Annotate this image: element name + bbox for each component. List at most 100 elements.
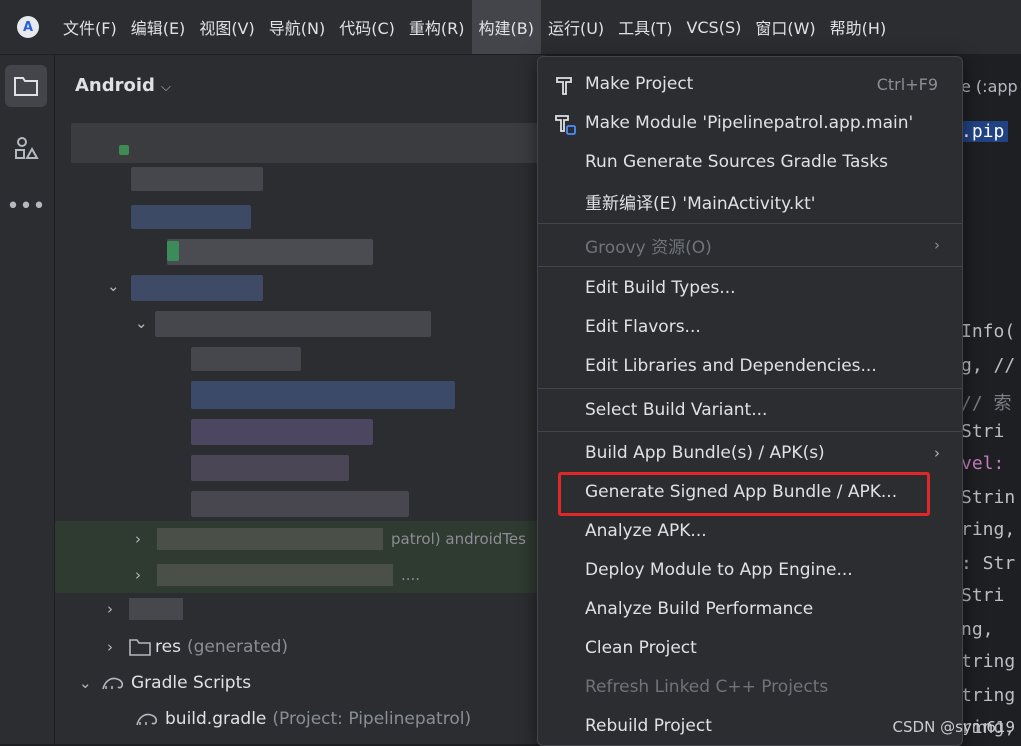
chevron-down-icon: ⌄ bbox=[135, 314, 148, 332]
menu-item-clean-project[interactable]: Clean Project bbox=[538, 629, 962, 667]
app-logo[interactable]: A bbox=[0, 0, 56, 54]
shapes-icon bbox=[15, 137, 39, 159]
menu-window[interactable]: 窗口(W) bbox=[748, 0, 822, 54]
tree-row-expanded[interactable]: ⌄ bbox=[107, 268, 129, 304]
build-gradle-suffix: (Project: Pipelinepatrol) bbox=[272, 709, 472, 729]
menu-item-deploy-app-engine[interactable]: Deploy Module to App Engine... bbox=[538, 551, 962, 589]
code-line: Stri bbox=[961, 585, 1005, 606]
tool-window-strip: ••• bbox=[0, 55, 55, 744]
menu-separator bbox=[538, 266, 962, 267]
code-line: tring bbox=[961, 685, 1016, 706]
redacted-label bbox=[157, 564, 393, 586]
menu-vcs[interactable]: VCS(S) bbox=[679, 0, 748, 54]
menu-build[interactable]: 构建(B) bbox=[471, 0, 541, 54]
code-line: ring, bbox=[961, 519, 1016, 540]
redacted-row bbox=[131, 275, 263, 301]
tree-row-build-gradle[interactable]: build.gradle (Project: Pipelinepatrol) bbox=[135, 701, 471, 737]
menu-item-analyze-build-performance[interactable]: Analyze Build Performance bbox=[538, 590, 962, 628]
android-studio-icon: A bbox=[17, 16, 39, 38]
code-line: .pip bbox=[957, 121, 1009, 142]
res-suffix: (generated) bbox=[186, 637, 289, 657]
code-line: Info( bbox=[961, 321, 1016, 342]
tree-row-collapsed[interactable]: › bbox=[107, 591, 183, 627]
folder-icon bbox=[14, 77, 38, 96]
menu-refactor[interactable]: 重构(R) bbox=[402, 0, 472, 54]
code-line: Stri bbox=[961, 421, 1005, 442]
chevron-right-icon: › bbox=[934, 444, 940, 462]
resource-manager-button[interactable] bbox=[5, 127, 47, 169]
gradle-scripts-label: Gradle Scripts bbox=[131, 673, 252, 693]
hammer-module-icon bbox=[555, 115, 576, 135]
redacted-row bbox=[131, 167, 263, 191]
menu-run[interactable]: 运行(U) bbox=[541, 0, 611, 54]
watermark-text: CSDN @sym619 bbox=[892, 718, 1015, 736]
menu-item-refresh-cpp: Refresh Linked C++ Projects bbox=[585, 677, 829, 697]
redacted-row bbox=[191, 455, 349, 481]
tree-row-label: .... bbox=[401, 566, 421, 584]
menu-help[interactable]: 帮助(H) bbox=[823, 0, 894, 54]
redacted-row bbox=[191, 381, 455, 409]
hammer-icon bbox=[556, 77, 572, 95]
chevron-down-icon: ⌄ bbox=[79, 674, 92, 692]
redacted-pixel bbox=[119, 145, 129, 155]
menu-file[interactable]: 文件(F) bbox=[56, 0, 124, 54]
menu-item-edit-flavors[interactable]: Edit Flavors... bbox=[538, 308, 962, 346]
chevron-right-icon: › bbox=[135, 530, 141, 548]
menu-code[interactable]: 代码(C) bbox=[332, 0, 402, 54]
redacted-row bbox=[191, 419, 373, 445]
code-line: tring bbox=[961, 651, 1016, 672]
code-line: ng, bbox=[961, 619, 994, 640]
menu-item-recompile[interactable]: 重新编译(E) 'MainActivity.kt' bbox=[538, 182, 962, 220]
menu-item-run-generate-sources[interactable]: Run Generate Sources Gradle Tasks bbox=[538, 143, 962, 181]
project-view-selector[interactable]: Android ⌵ bbox=[75, 75, 171, 96]
annotation-highlight-box bbox=[558, 472, 930, 516]
chevron-down-icon: ⌄ bbox=[107, 277, 120, 295]
code-line: : Str bbox=[961, 553, 1016, 574]
menu-navigate[interactable]: 导航(N) bbox=[262, 0, 332, 54]
menu-item-build-bundle-apk[interactable]: Build App Bundle(s) / APK(s) › bbox=[538, 434, 962, 472]
menu-tools[interactable]: 工具(T) bbox=[611, 0, 679, 54]
menu-item-edit-libraries[interactable]: Edit Libraries and Dependencies... bbox=[538, 347, 962, 385]
shortcut-label: Ctrl+F9 bbox=[876, 74, 938, 94]
menu-item-make-module[interactable]: Make Module 'Pipelinepatrol.app.main' bbox=[538, 104, 962, 142]
build-menu-dropdown: Make Project Ctrl+F9 Make Module 'Pipeli… bbox=[537, 56, 963, 746]
menu-bar: A 文件(F) 编辑(E) 视图(V) 导航(N) 代码(C) 重构(R) 构建… bbox=[0, 0, 1021, 55]
menu-item-analyze-apk[interactable]: Analyze APK... bbox=[538, 512, 962, 550]
build-gradle-label: build.gradle bbox=[165, 709, 267, 729]
tree-row-label: patrol) androidTes bbox=[391, 530, 526, 548]
redacted-label bbox=[157, 528, 383, 550]
tree-row-gradle-scripts[interactable]: ⌄ Gradle Scripts bbox=[79, 665, 251, 701]
redacted-row bbox=[191, 347, 301, 371]
redacted-row bbox=[71, 123, 545, 163]
menu-separator bbox=[538, 431, 962, 432]
chevron-down-icon: ⌵ bbox=[160, 80, 171, 95]
menu-edit[interactable]: 编辑(E) bbox=[124, 0, 193, 54]
menu-item-edit-build-types[interactable]: Edit Build Types... bbox=[538, 269, 962, 307]
more-tools-icon[interactable]: ••• bbox=[5, 185, 47, 227]
code-line: Strin bbox=[961, 487, 1016, 508]
tree-row-collapsed[interactable]: › patrol) androidTes bbox=[135, 521, 526, 557]
project-tool-button[interactable] bbox=[5, 65, 47, 107]
res-folder-label: res bbox=[155, 637, 181, 657]
gradle-file-icon bbox=[136, 713, 158, 726]
gradle-icon bbox=[102, 677, 124, 690]
code-line: // 索 bbox=[961, 393, 1012, 414]
menu-item-select-build-variant[interactable]: Select Build Variant... bbox=[538, 391, 962, 429]
redacted-pixel bbox=[167, 241, 179, 261]
menu-separator bbox=[538, 388, 962, 389]
tree-row-expanded[interactable]: ⌄ bbox=[135, 305, 157, 341]
tree-row-collapsed[interactable]: › .... bbox=[135, 557, 420, 593]
redacted-row bbox=[155, 311, 431, 337]
redacted-row bbox=[191, 491, 409, 517]
chevron-right-icon: › bbox=[107, 638, 113, 656]
chevron-right-icon: › bbox=[135, 566, 141, 584]
editor-tab-label[interactable]: e (:app bbox=[961, 77, 1018, 96]
project-panel: Android ⌵ ⌄ ⌄ › patrol) androidTes › ....… bbox=[55, 55, 545, 744]
code-line: g, // bbox=[961, 355, 1016, 376]
redacted-label bbox=[129, 598, 183, 620]
tree-row-res[interactable]: › res (generated) bbox=[107, 629, 288, 665]
chevron-right-icon: › bbox=[107, 600, 113, 618]
menu-view[interactable]: 视图(V) bbox=[192, 0, 261, 54]
menu-item-make-project[interactable]: Make Project Ctrl+F9 bbox=[538, 65, 962, 103]
menu-item-groovy-resources: Groovy 资源(O) › bbox=[585, 236, 940, 258]
